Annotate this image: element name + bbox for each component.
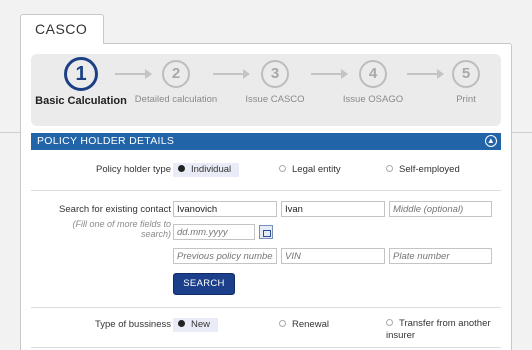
- step-5-label: Print: [456, 94, 476, 105]
- vin-input[interactable]: [281, 248, 385, 264]
- step-2-number: 2: [162, 60, 190, 88]
- radio-transfer[interactable]: Transfer from another insurer: [386, 318, 496, 341]
- chevron-up-icon[interactable]: ▲: [485, 135, 497, 147]
- step-1[interactable]: 1 Basic Calculation: [31, 57, 131, 107]
- radio-legal-entity[interactable]: Legal entity: [279, 163, 341, 177]
- radio-new-label: New: [191, 319, 211, 330]
- radio-dot-icon: [178, 164, 185, 172]
- main-card: 1 Basic Calculation 2 Detailed calculati…: [20, 43, 512, 350]
- row-separator: [31, 307, 501, 308]
- calendar-icon[interactable]: [259, 225, 273, 239]
- step-5[interactable]: 5 Print: [416, 60, 516, 105]
- step-4[interactable]: 4 Issue OSAGO: [323, 60, 423, 105]
- step-1-number: 1: [64, 57, 98, 91]
- section-title: POLICY HOLDER DETAILS: [37, 135, 175, 147]
- radio-legal-entity-label: Legal entity: [292, 164, 341, 175]
- step-3[interactable]: 3 Issue CASCO: [225, 60, 325, 105]
- step-1-label: Basic Calculation: [35, 95, 127, 107]
- section-header[interactable]: POLICY HOLDER DETAILS ▲: [31, 133, 501, 150]
- radio-dot-icon: [178, 319, 185, 327]
- first-name-input[interactable]: [281, 201, 385, 217]
- business-type-label: Type of bussiness: [94, 319, 171, 330]
- radio-dot-icon: [386, 164, 393, 172]
- radio-renewal-label: Renewal: [292, 319, 329, 330]
- step-4-number: 4: [359, 60, 387, 88]
- date-input[interactable]: [173, 224, 255, 240]
- radio-self-employed[interactable]: Self-employed: [386, 163, 460, 177]
- page: CASCO 1 Basic Calculation 2 Detailed cal…: [0, 0, 532, 350]
- last-name-input[interactable]: [173, 201, 277, 217]
- radio-dot-icon: [279, 319, 286, 327]
- radio-dot-icon: [279, 164, 286, 172]
- search-label: Search for existing contact: [59, 204, 171, 215]
- step-3-number: 3: [261, 60, 289, 88]
- radio-new[interactable]: New: [173, 318, 219, 332]
- radio-self-employed-label: Self-employed: [399, 164, 460, 175]
- radio-individual[interactable]: Individual: [173, 163, 240, 177]
- radio-renewal[interactable]: Renewal: [279, 318, 329, 332]
- step-5-number: 5: [452, 60, 480, 88]
- step-2-label: Detailed calculation: [134, 94, 218, 105]
- row-separator: [31, 190, 501, 191]
- holder-type-label: Policy holder type: [96, 164, 171, 175]
- plate-number-input[interactable]: [389, 248, 492, 264]
- radio-dot-icon: [386, 318, 393, 326]
- search-hint: (Fill one of more fields to search): [72, 219, 171, 239]
- search-button[interactable]: SEARCH: [173, 273, 235, 295]
- radio-transfer-label: Transfer from another insurer: [386, 318, 491, 341]
- progress-stepper: 1 Basic Calculation 2 Detailed calculati…: [31, 54, 501, 126]
- tab-casco[interactable]: CASCO: [20, 14, 104, 44]
- step-3-label: Issue CASCO: [245, 94, 305, 105]
- previous-policy-input[interactable]: [173, 248, 277, 264]
- row-separator: [31, 347, 501, 348]
- middle-name-input[interactable]: [389, 201, 492, 217]
- step-4-label: Issue OSAGO: [342, 94, 404, 105]
- step-2[interactable]: 2 Detailed calculation: [126, 60, 226, 105]
- tab-casco-label: CASCO: [35, 21, 88, 37]
- radio-individual-label: Individual: [191, 164, 232, 175]
